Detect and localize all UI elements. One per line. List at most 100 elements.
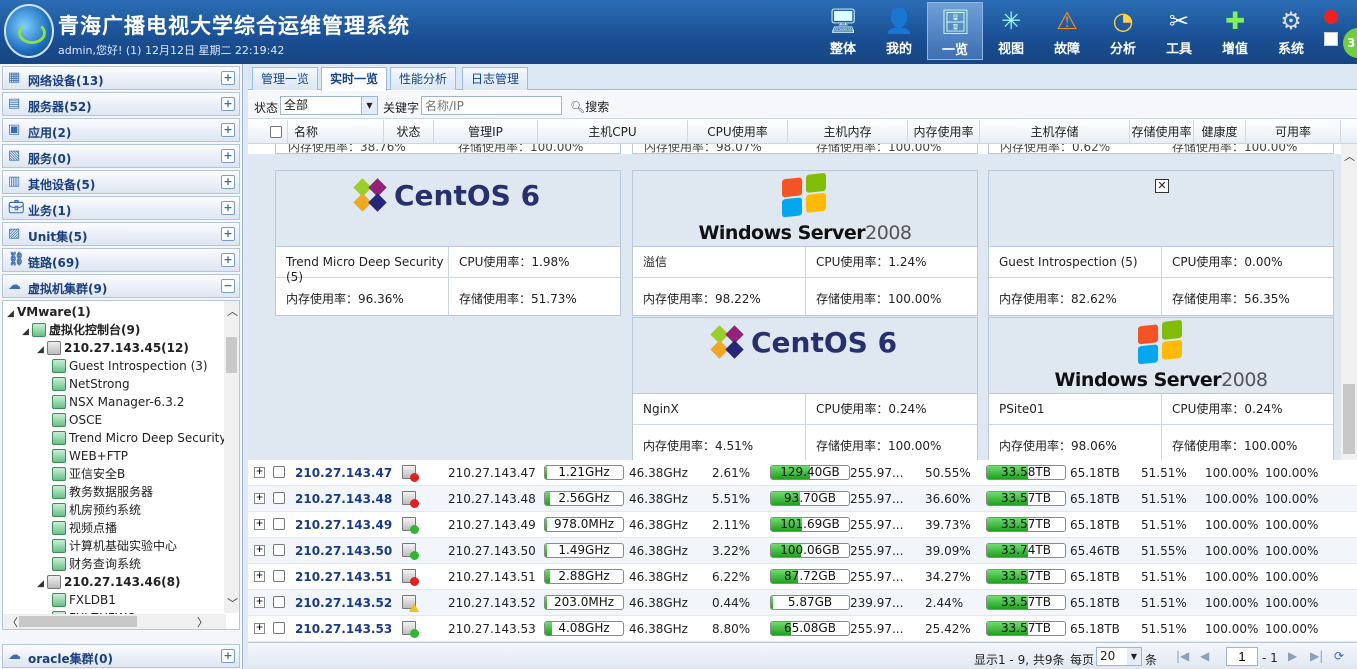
row-checkbox[interactable] [273, 466, 285, 478]
expand-icon[interactable]: + [221, 175, 235, 189]
scroll-thumb[interactable] [19, 616, 137, 627]
tree-node[interactable]: 机房预约系统 [52, 501, 141, 519]
per-page-select[interactable]: 20 ▼ [1096, 647, 1142, 666]
vm-card[interactable]: ✕ Guest Introspection (5) CPU使用率：0.00% 内存使用… [988, 170, 1334, 316]
expand-icon[interactable]: + [221, 97, 235, 111]
tree-node[interactable]: 亚信安全B [52, 465, 125, 483]
row-checkbox[interactable] [273, 596, 285, 608]
select-all-checkbox[interactable] [269, 126, 282, 138]
expand-row-icon[interactable]: + [254, 519, 265, 530]
tree-node[interactable]: NetStrong [52, 375, 130, 393]
expand-row-icon[interactable]: + [254, 467, 265, 478]
tree-node[interactable]: FXLDB1 [52, 591, 116, 609]
sidebar-group-oracle-cluster[interactable]: ☁ oracle集群(0) + [2, 644, 240, 668]
vm-name[interactable]: Guest Introspection (5) [999, 255, 1157, 270]
keyword-input[interactable] [421, 96, 562, 115]
row-checkbox[interactable] [273, 518, 285, 530]
tab-1[interactable]: 实时一览 [321, 67, 388, 91]
column-header-2[interactable]: 管理IP [434, 120, 538, 144]
expand-triangle-icon[interactable]: ◢ [37, 341, 47, 359]
scroll-down-icon[interactable]: ﹀ [227, 595, 238, 611]
nav-server[interactable]: 🗄 一览 [927, 2, 983, 60]
sidebar-group-6[interactable]: ▨ Unit集(5) + [2, 222, 240, 246]
expand-triangle-icon[interactable]: ◢ [7, 305, 17, 323]
prev-page-icon[interactable]: ◀ [1200, 649, 1209, 663]
expand-row-icon[interactable]: + [254, 545, 265, 556]
scroll-left-icon[interactable]: 〈 [7, 614, 18, 629]
tab-0[interactable]: 管理一览 [252, 67, 319, 90]
host-name-link[interactable]: 210.27.143.47 [295, 466, 392, 480]
host-name-link[interactable]: 210.27.143.48 [295, 492, 392, 506]
nav-monitor[interactable]: 🖥 整体 [815, 2, 871, 60]
row-checkbox[interactable] [273, 544, 285, 556]
table-row[interactable]: +210.27.143.49 210.27.143.49 978.0MHz 46.38… [248, 512, 1357, 538]
expand-icon[interactable]: + [221, 649, 235, 663]
row-checkbox[interactable] [273, 622, 285, 634]
nav-warning[interactable]: ⚠ 故障 [1039, 2, 1095, 60]
nav-user[interactable]: 👤 我的 [871, 2, 927, 60]
tree-node[interactable]: Guest Introspection (3) [52, 357, 208, 375]
table-row[interactable]: +210.27.143.47 210.27.143.47 1.21GHz 46.38G… [248, 460, 1357, 486]
vm-card[interactable]: Windows Server2008 PSite01 CPU使用率：0.24% 内存使… [988, 317, 1334, 460]
tree-node[interactable]: NSX Manager-6.3.2 [52, 393, 184, 411]
column-header-7[interactable]: 主机存储 [980, 120, 1130, 144]
host-name-link[interactable]: 210.27.143.50 [295, 544, 392, 558]
scroll-thumb[interactable] [1343, 384, 1355, 454]
column-header-10[interactable]: 可用率 [1246, 120, 1341, 144]
tree-node[interactable]: Trend Micro Deep Security [52, 429, 226, 447]
column-header-9[interactable]: 健康度 [1194, 120, 1246, 144]
host-name-link[interactable]: 210.27.143.49 [295, 518, 392, 532]
vm-name[interactable]: Trend Micro Deep Security (5) [286, 255, 444, 285]
expand-icon[interactable]: + [221, 123, 235, 137]
tree-node[interactable]: 视频点播 [52, 519, 117, 537]
expand-triangle-icon[interactable]: ◢ [37, 575, 47, 593]
sidebar-group-0[interactable]: ▦ 网络设备(13) + [2, 66, 240, 90]
notification-badge[interactable]: 3 [1343, 28, 1357, 58]
sidebar-group-5[interactable]: 💼︎ 业务(1) + [2, 196, 240, 220]
page-number-input[interactable] [1226, 647, 1258, 666]
expand-row-icon[interactable]: + [254, 623, 265, 634]
exit-icon[interactable] [1324, 32, 1338, 46]
table-row[interactable]: +210.27.143.53 210.27.143.53 4.08GHz 46.38G… [248, 616, 1357, 642]
vm-name[interactable]: 溢信 [643, 255, 801, 270]
power-icon[interactable] [1324, 10, 1338, 24]
first-page-icon[interactable]: |◀ [1176, 649, 1189, 663]
sidebar-group-7[interactable]: ⛓︎ 链路(69) + [2, 248, 240, 272]
nav-gear[interactable]: ⚙ 系统 [1263, 2, 1319, 60]
row-checkbox[interactable] [273, 570, 285, 582]
column-header-5[interactable]: 主机内存 [788, 120, 908, 144]
nav-tools[interactable]: ✂ 工具 [1151, 2, 1207, 60]
status-select[interactable]: 全部 ▼ [280, 96, 378, 115]
sidebar-group-4[interactable]: ▥ 其他设备(5) + [2, 170, 240, 194]
sidebar-group-8[interactable]: ☁ 虚拟机集群(9) − [2, 274, 240, 298]
grid-vertical-scrollbar[interactable]: ︿ [1341, 144, 1357, 460]
expand-icon[interactable]: + [221, 227, 235, 241]
tree-node[interactable]: 教务数据服务器 [52, 483, 153, 501]
tree-node[interactable]: ◢ 210.27.143.46(8) [37, 573, 181, 591]
nav-topology[interactable]: ✳ 视图 [983, 2, 1039, 60]
column-header-6[interactable]: 内存使用率 [908, 120, 980, 144]
tree-node[interactable]: OSCE [52, 411, 102, 429]
chevron-down-icon[interactable]: ▼ [361, 97, 377, 114]
tree-horizontal-scrollbar[interactable]: 〈 〉 [3, 614, 226, 629]
scroll-up-icon[interactable]: ︿ [227, 303, 238, 319]
expand-icon[interactable]: + [221, 71, 235, 85]
table-row[interactable]: +210.27.143.50 210.27.143.50 1.49GHz 46.38G… [248, 538, 1357, 564]
tab-2[interactable]: 性能分析 [390, 67, 457, 90]
vm-card[interactable]: CentOS 6 Trend Micro Deep Security (5) CPU… [275, 170, 621, 316]
host-name-link[interactable]: 210.27.143.53 [295, 622, 392, 636]
next-page-icon[interactable]: ▶ [1288, 649, 1297, 663]
column-header-8[interactable]: 存储使用率 [1130, 120, 1194, 144]
tree-node[interactable]: 计算机基础实验中心 [52, 537, 177, 555]
expand-icon[interactable]: + [221, 201, 235, 215]
scroll-right-icon[interactable]: 〉 [197, 614, 208, 629]
chevron-down-icon[interactable]: ▼ [1127, 648, 1141, 665]
table-row[interactable]: +210.27.143.52 210.27.143.52 203.0MHz 46.38… [248, 590, 1357, 616]
host-name-link[interactable]: 210.27.143.51 [295, 570, 392, 584]
expand-icon[interactable]: + [221, 149, 235, 163]
last-page-icon[interactable]: ▶| [1310, 649, 1323, 663]
search-button[interactable]: 🔍︎搜索 [570, 98, 609, 115]
host-name-link[interactable]: 210.27.143.52 [295, 596, 392, 610]
nav-plus[interactable]: ✚ 增值 [1207, 2, 1263, 60]
scroll-thumb[interactable] [226, 337, 237, 373]
